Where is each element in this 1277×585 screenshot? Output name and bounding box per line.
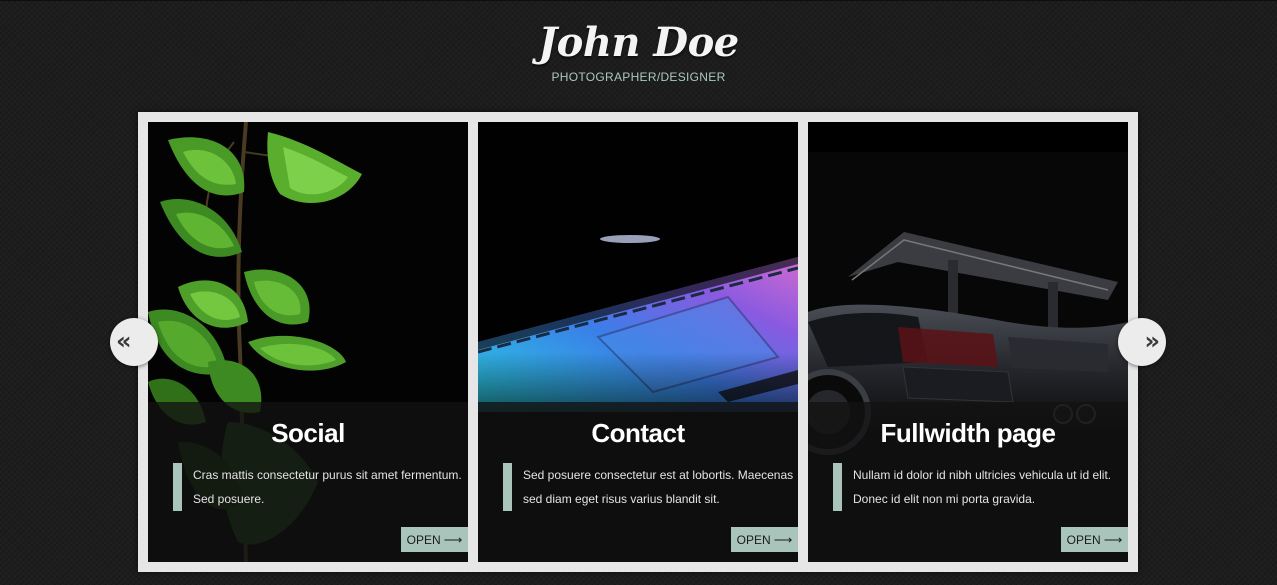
card-caption: Contact Sed posuere consectetur est at l…	[478, 402, 798, 562]
open-button[interactable]: OPEN ⟶	[1061, 527, 1128, 552]
slide-card-social[interactable]: Social Cras mattis consectetur purus sit…	[148, 122, 468, 562]
open-button[interactable]: OPEN ⟶	[401, 527, 468, 552]
arrow-right-icon: ⟶	[1103, 532, 1123, 547]
chevron-double-right-icon: »	[1144, 327, 1160, 355]
chevron-double-left-icon: «	[116, 327, 132, 355]
arrow-right-icon: ⟶	[773, 532, 793, 547]
top-border	[0, 0, 1277, 1]
site-subtitle: PHOTOGRAPHER/DESIGNER	[551, 70, 726, 84]
open-button-label: OPEN	[406, 533, 441, 547]
card-description: Sed posuere consectetur est at lobortis.…	[503, 463, 795, 511]
card-title: Fullwidth page	[880, 418, 1057, 448]
card-caption: Fullwidth page Nullam id dolor id nibh u…	[808, 402, 1128, 562]
slide-card-contact[interactable]: Contact Sed posuere consectetur est at l…	[478, 122, 798, 562]
slider-prev-button[interactable]: «	[110, 318, 158, 366]
card-title: Social	[271, 418, 345, 448]
slider-next-button[interactable]: »	[1118, 318, 1166, 366]
card-caption: Social Cras mattis consectetur purus sit…	[148, 402, 468, 562]
slider-frame: Social Cras mattis consectetur purus sit…	[138, 112, 1138, 572]
card-description: Cras mattis consectetur purus sit amet f…	[173, 463, 465, 511]
open-button-label: OPEN	[1066, 533, 1101, 547]
card-description: Nullam id dolor id nibh ultricies vehicu…	[833, 463, 1125, 511]
open-button-label: OPEN	[736, 533, 771, 547]
site-header: John Doe PHOTOGRAPHER/DESIGNER	[0, 18, 1277, 84]
card-title: Contact	[591, 418, 685, 448]
open-button[interactable]: OPEN ⟶	[731, 527, 798, 552]
slide-card-fullwidth-page[interactable]: Fullwidth page Nullam id dolor id nibh u…	[808, 122, 1128, 562]
site-title[interactable]: John Doe	[0, 18, 1277, 68]
arrow-right-icon: ⟶	[443, 532, 463, 547]
